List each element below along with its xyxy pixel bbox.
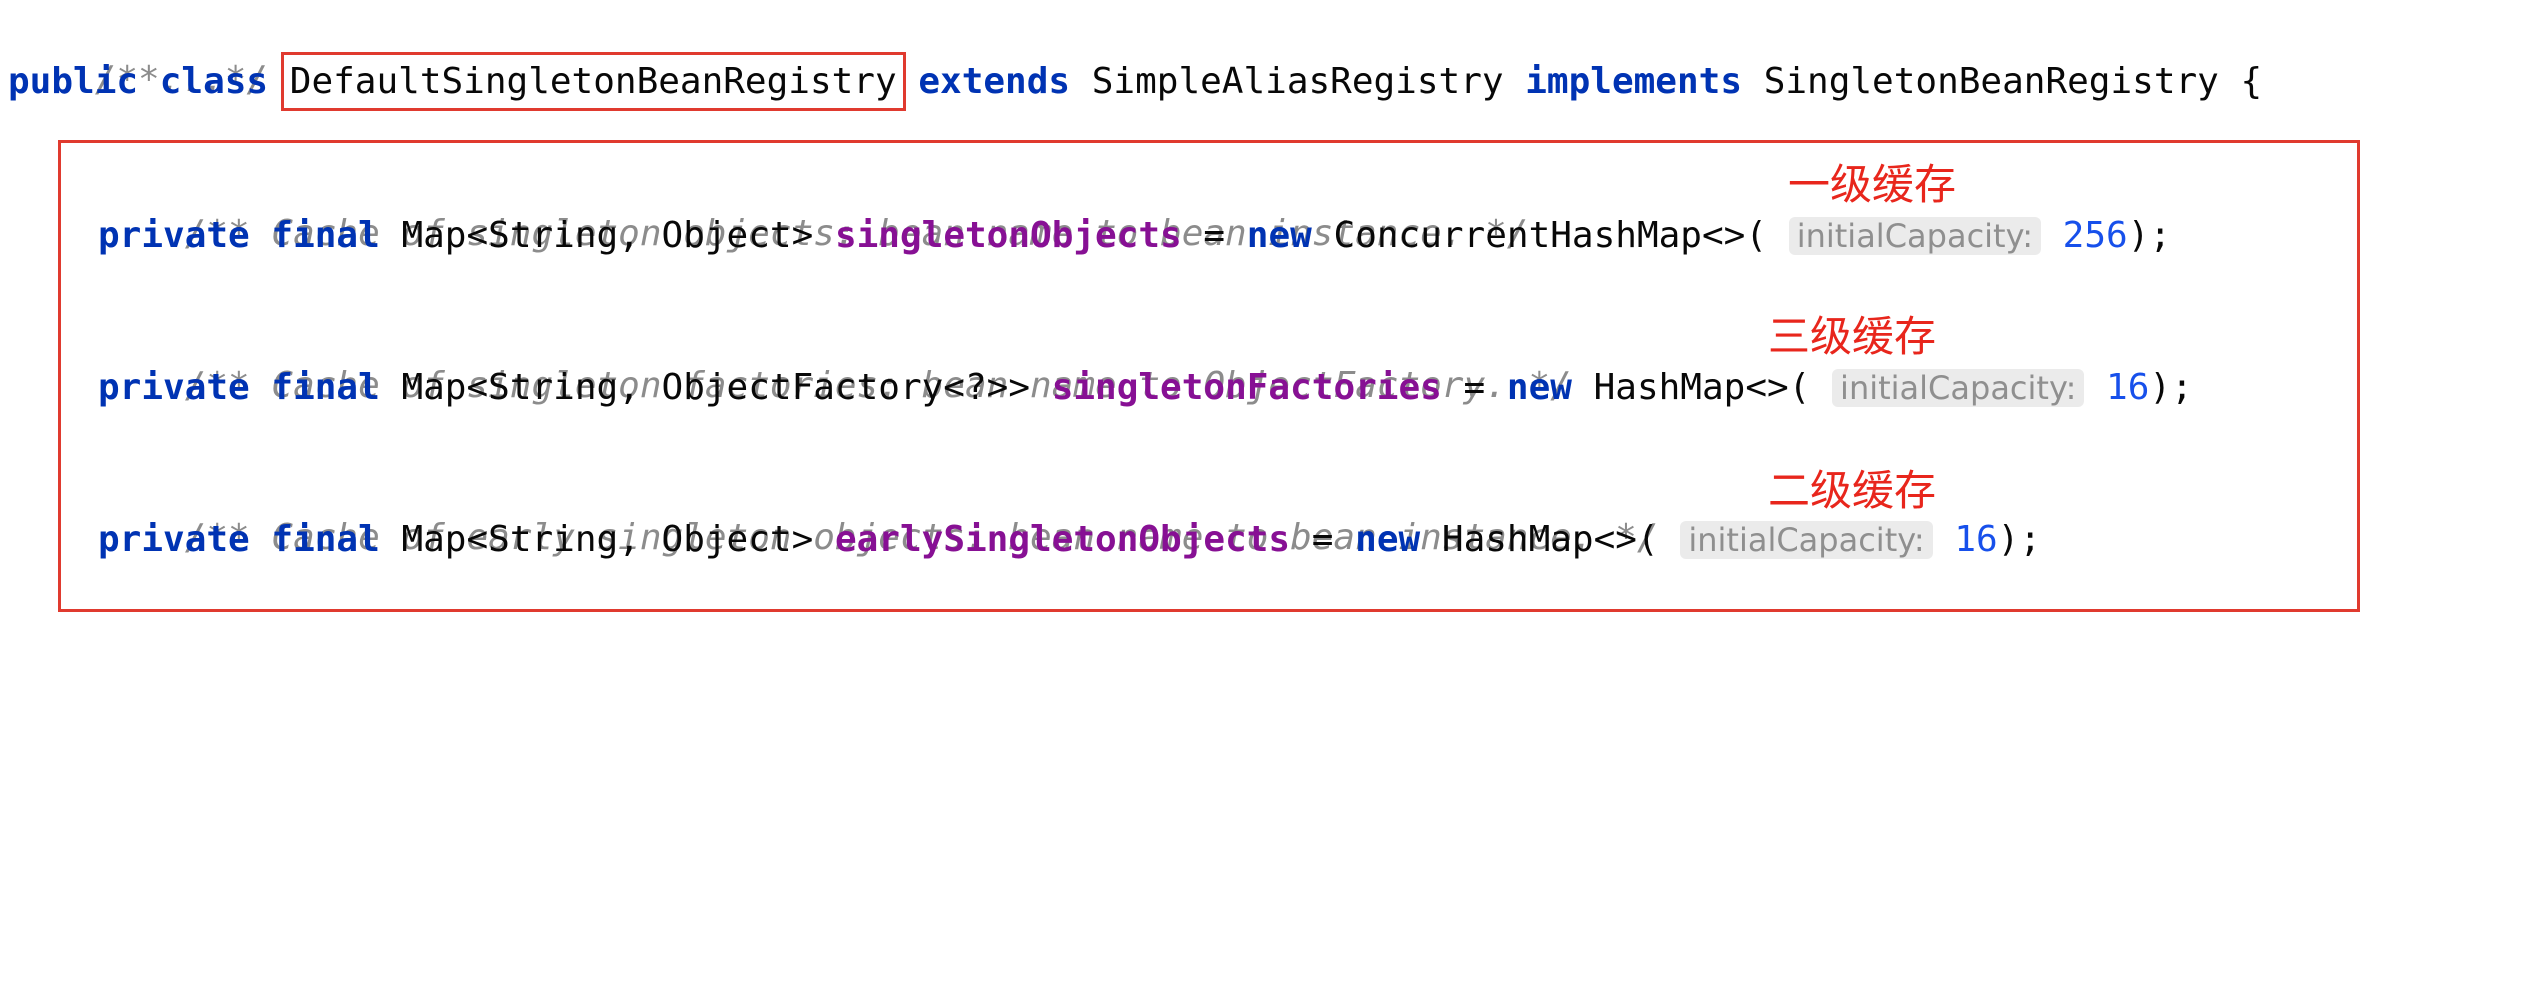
field-line-singleton-objects: private final Map<String, Object> single… xyxy=(98,212,2171,260)
new-keyword: new xyxy=(1506,367,1572,408)
field-type[interactable]: Map<String, Object> xyxy=(401,519,813,560)
folded-doc-comment[interactable]: /**...*/ xyxy=(8,8,268,100)
field-line-singleton-factories: private final Map<String, ObjectFactory<… xyxy=(98,364,2193,412)
field-comment-early-singleton-objects: /** Cache of early singleton objects: be… xyxy=(98,466,1659,558)
class-modifiers: public class xyxy=(8,61,269,102)
field-modifiers: private final xyxy=(98,367,380,408)
parameter-hint: initialCapacity: xyxy=(1832,369,2085,407)
statement-end: ); xyxy=(2127,215,2172,256)
code-editor[interactable]: /**...*/ public class DefaultSingletonBe… xyxy=(0,0,2530,624)
constructor-call[interactable]: ConcurrentHashMap<>( xyxy=(1334,215,1767,256)
open-brace: { xyxy=(2240,61,2263,102)
field-comment-singleton-factories: /** Cache of singleton factories: bean n… xyxy=(98,314,1572,406)
field-modifiers: private final xyxy=(98,519,380,560)
new-keyword: new xyxy=(1355,519,1421,560)
field-type[interactable]: Map<String, ObjectFactory<?>> xyxy=(401,367,1030,408)
cache-label-level-1: 一级缓存 xyxy=(1788,160,1957,209)
parameter-hint: initialCapacity: xyxy=(1680,521,1933,559)
field-comment-singleton-objects: /** Cache of singleton objects: bean nam… xyxy=(98,162,1529,254)
new-keyword: new xyxy=(1246,215,1312,256)
extends-keyword: extends xyxy=(918,61,1071,102)
statement-end: ); xyxy=(1997,519,2042,560)
assign-operator: = xyxy=(1463,367,1486,408)
field-type[interactable]: Map<String, Object> xyxy=(401,215,813,256)
cache-label-level-3: 三级缓存 xyxy=(1768,312,1937,361)
class-name[interactable]: DefaultSingletonBeanRegistry xyxy=(280,52,906,111)
assign-operator: = xyxy=(1311,519,1334,560)
parameter-hint: initialCapacity: xyxy=(1788,217,2041,255)
field-name-singleton-objects[interactable]: singletonObjects xyxy=(835,215,1182,256)
capacity-value: 256 xyxy=(2062,215,2128,256)
parent-class[interactable]: SimpleAliasRegistry xyxy=(1092,61,1504,102)
field-line-early-singleton-objects: private final Map<String, Object> earlyS… xyxy=(98,516,2041,564)
field-name-early-singleton-objects[interactable]: earlySingletonObjects xyxy=(835,519,1290,560)
class-declaration: public class DefaultSingletonBeanRegistr… xyxy=(8,52,2263,111)
constructor-call[interactable]: HashMap<>( xyxy=(1442,519,1659,560)
interface-name[interactable]: SingletonBeanRegistry xyxy=(1764,61,2219,102)
capacity-value: 16 xyxy=(2106,367,2150,408)
capacity-value: 16 xyxy=(1954,519,1998,560)
field-name-singleton-factories[interactable]: singletonFactories xyxy=(1052,367,1442,408)
implements-keyword: implements xyxy=(1525,61,1742,102)
statement-end: ); xyxy=(2149,367,2193,408)
constructor-call[interactable]: HashMap<>( xyxy=(1594,367,1811,408)
cache-label-level-2: 二级缓存 xyxy=(1768,466,1937,515)
assign-operator: = xyxy=(1203,215,1226,256)
field-modifiers: private final xyxy=(98,215,380,256)
